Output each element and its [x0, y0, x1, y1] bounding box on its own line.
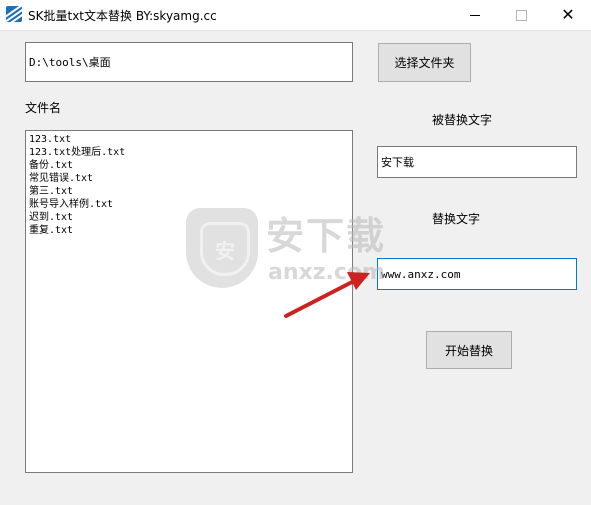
list-item[interactable]: 123.txt — [29, 133, 349, 146]
folder-path-input[interactable]: D:\tools\桌面 — [25, 42, 353, 82]
watermark-domain: anxz.com — [268, 260, 385, 285]
list-item[interactable]: 第三.txt — [29, 185, 349, 198]
list-item[interactable]: 123.txt处理后.txt — [29, 146, 349, 159]
window-title: SK批量txt文本替换 BY:skyamg.cc — [28, 9, 217, 23]
list-item[interactable]: 备份.txt — [29, 159, 349, 172]
app-window: SK批量txt文本替换 BY:skyamg.cc ✕ D:\tools\桌面 选… — [0, 0, 591, 505]
maximize-button[interactable] — [498, 0, 544, 30]
title-bar[interactable]: SK批量txt文本替换 BY:skyamg.cc ✕ — [0, 0, 591, 31]
app-icon — [6, 6, 22, 22]
choose-folder-button[interactable]: 选择文件夹 — [378, 43, 471, 82]
watermark-logo: 安 安下载 anxz.com — [186, 208, 406, 298]
close-icon: ✕ — [561, 5, 575, 24]
shield-icon: 安 — [186, 208, 258, 288]
minimize-icon — [470, 14, 480, 16]
maximize-icon — [515, 9, 527, 21]
list-item[interactable]: 常见错误.txt — [29, 172, 349, 185]
replace-text-label: 替换文字 — [432, 212, 481, 226]
replace-text-input[interactable]: www.anxz.com — [377, 258, 577, 290]
find-text-input[interactable]: 安下载 — [377, 146, 577, 178]
start-replace-button[interactable]: 开始替换 — [426, 331, 512, 369]
file-list-label: 文件名 — [25, 101, 62, 115]
find-text-label: 被替换文字 — [432, 113, 493, 127]
minimize-button[interactable] — [452, 0, 498, 30]
file-list[interactable]: 123.txt 123.txt处理后.txt 备份.txt 常见错误.txt 第… — [25, 130, 353, 473]
close-button[interactable]: ✕ — [545, 0, 591, 30]
watermark-text: 安下载 — [266, 214, 387, 258]
